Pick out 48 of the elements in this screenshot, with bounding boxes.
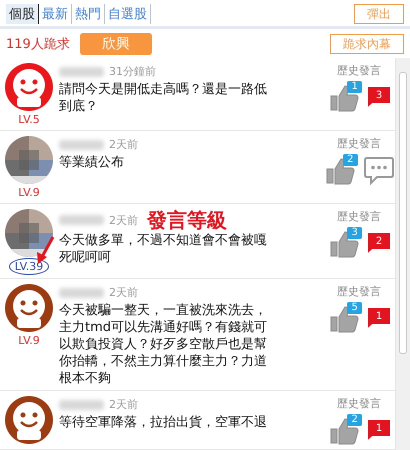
- comment-icon[interactable]: [364, 155, 394, 185]
- scrollbar[interactable]: [395, 58, 410, 450]
- like-count: 1: [347, 81, 362, 93]
- like-button[interactable]: 5: [328, 302, 362, 334]
- comment-count[interactable]: 2: [368, 233, 390, 253]
- post-time: 2天前: [109, 285, 138, 300]
- post-time: 2天前: [109, 397, 138, 412]
- post-text: 等待空軍降落，拉抬出貨，空軍不退: [59, 414, 268, 431]
- post-time: 2天前: [109, 137, 138, 152]
- tab[interactable]: 最新: [39, 4, 72, 24]
- post-time: 31分鐘前: [109, 64, 156, 79]
- like-button[interactable]: 3: [328, 227, 362, 259]
- stock-button[interactable]: 欣興: [80, 33, 152, 55]
- post-text: 今天做多單，不過不知道會不會被嘎死呢呵呵: [59, 232, 268, 266]
- post-text: 請問今天是開低走高嗎？還是一路低到底？: [59, 81, 268, 115]
- popout-button[interactable]: 彈出: [354, 4, 404, 24]
- tab[interactable]: 自選股: [105, 4, 151, 24]
- post-text: 等業績公布: [59, 154, 125, 171]
- post-text: 今天被騙一整天，一直被洗來洗去，主力tmd可以先溝通好嗎？有錢就可以欺負投資人？好歹多空散戶也是幫你抬轎，不然主力算什麼主力？力道根本不夠: [59, 302, 268, 387]
- like-button[interactable]: 2: [324, 154, 358, 186]
- blurred-username: [59, 66, 104, 76]
- comment-count[interactable]: 1: [368, 420, 390, 440]
- comment-count[interactable]: 1: [368, 308, 390, 328]
- history-link[interactable]: 歷史發言: [337, 63, 381, 78]
- tab[interactable]: 個股: [6, 4, 39, 24]
- history-link[interactable]: 歷史發言: [337, 284, 381, 299]
- history-link[interactable]: 歷史發言: [337, 209, 381, 224]
- blurred-username: [59, 215, 104, 225]
- post-time: 2天前: [109, 212, 138, 228]
- blurred-username: [59, 140, 104, 150]
- history-link[interactable]: 歷史發言: [337, 136, 381, 151]
- annotation-label: 發言等級: [147, 209, 227, 231]
- insider-button[interactable]: 跪求內幕: [330, 34, 404, 54]
- like-count: 5: [347, 302, 362, 314]
- user-level: LV.9: [17, 185, 41, 200]
- user-level: LV.9: [17, 333, 41, 348]
- like-count: 3: [347, 227, 362, 239]
- tab[interactable]: 熱門: [72, 4, 105, 24]
- like-button[interactable]: 1: [328, 81, 362, 113]
- comment-count[interactable]: 3: [368, 87, 390, 107]
- like-count: 2: [347, 414, 362, 426]
- blurred-username: [59, 288, 104, 298]
- request-count: 119人跪求: [6, 36, 70, 53]
- user-level: LV.5: [17, 112, 41, 127]
- blurred-username: [59, 400, 104, 410]
- like-button[interactable]: 2: [328, 414, 362, 446]
- like-count: 2: [343, 154, 358, 166]
- history-link[interactable]: 歷史發言: [337, 396, 381, 411]
